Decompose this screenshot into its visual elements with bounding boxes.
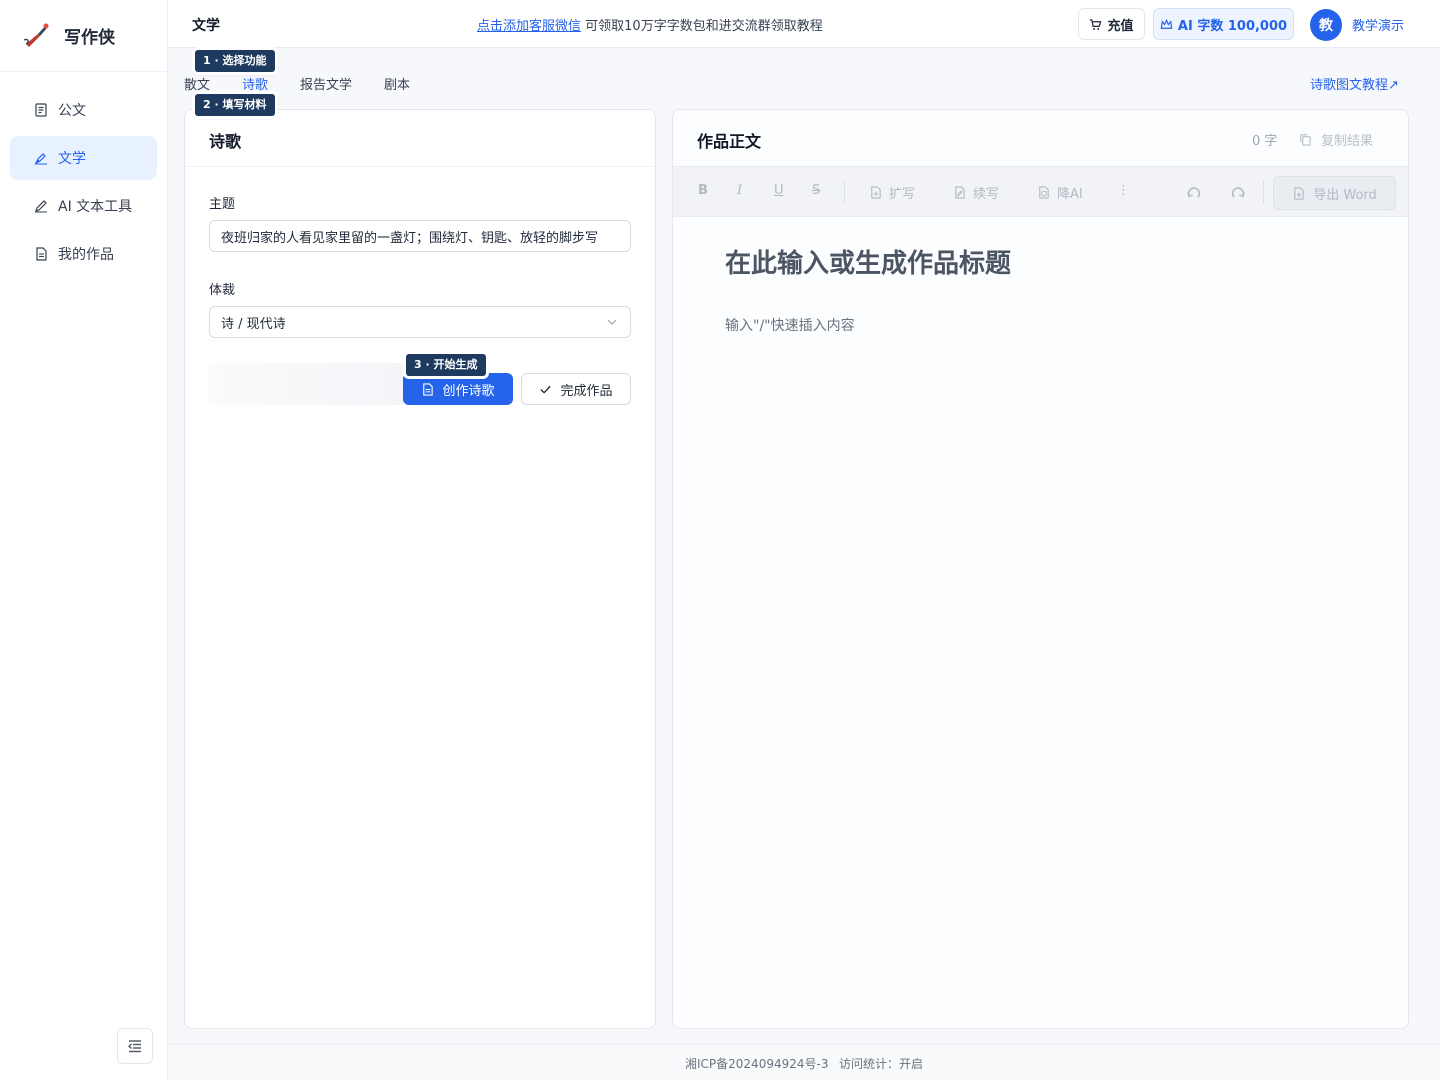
add-service-wechat-link[interactable]: 点击添加客服微信 (477, 19, 581, 34)
collapse-sidebar-button[interactable] (117, 1028, 153, 1064)
recharge-button[interactable]: 充值 (1078, 8, 1145, 40)
sidebar-item-label: 文学 (58, 151, 86, 167)
strikethrough-button[interactable]: S (812, 183, 820, 198)
sidebar-item-my-works[interactable]: 我的作品 (10, 232, 157, 276)
tab-prose[interactable]: 散文 (184, 74, 210, 93)
file-export-icon (1294, 186, 1304, 200)
icp-record-link[interactable]: 湘ICP备2024094924号-3 (685, 1055, 828, 1072)
undo-icon[interactable] (1185, 185, 1203, 201)
italic-button[interactable]: I (737, 183, 742, 198)
redo-icon[interactable] (1229, 185, 1247, 201)
notice-banner: 点击添加客服微信 可领取10万字字数包和进交流群领取教程 (477, 15, 823, 34)
editor-panel: 作品正文 0 字 复制结果 B I U S 扩写 续写 降AI ⋮ 导出 Wor… (672, 109, 1409, 1029)
document-body-input[interactable]: 输入"/"快速插入内容 (725, 315, 855, 335)
create-poem-button[interactable]: 创作诗歌 (403, 373, 513, 405)
recharge-label: 充值 (1107, 18, 1134, 34)
sidebar-nav: 公文 文学 AI 文本工具 我的作品 (0, 72, 167, 276)
editor-toolbar: B I U S 扩写 续写 降AI ⋮ 导出 Word (673, 166, 1408, 217)
create-poem-label: 创作诗歌 (442, 383, 495, 399)
editor-title: 作品正文 (697, 132, 762, 151)
chevron-down-icon (607, 319, 617, 325)
page-title: 文学 (192, 18, 220, 34)
topic-input[interactable]: 夜班归家的人看见家里留的一盏灯；围绕灯、钥匙、放轻的脚步写 (209, 220, 631, 252)
bold-button[interactable]: B (698, 183, 708, 198)
copy-icon (1300, 134, 1311, 146)
genre-label: 体裁 (209, 283, 236, 298)
sidebar-item-label: 我的作品 (58, 247, 114, 263)
finish-work-button[interactable]: 完成作品 (521, 373, 631, 405)
literature-tabs: 散文 诗歌 报告文学 剧本 (184, 74, 442, 93)
continue-writing-label: 续写 (973, 187, 1000, 202)
document-icon (423, 382, 434, 396)
genre-select[interactable]: 诗 / 现代诗 (209, 306, 631, 338)
menu-fold-icon (128, 1040, 141, 1053)
top-header: 文学 点击添加客服微信 可领取10万字字数包和进交流群领取教程 充值 AI 字数… (168, 0, 1440, 48)
file-icon (36, 247, 47, 261)
poetry-form-panel: 诗歌 主题 夜班归家的人看见家里留的一盏灯；围绕灯、钥匙、放轻的脚步写 体裁 诗… (184, 109, 656, 1029)
step-badge-select: 1 · 选择功能 (195, 50, 275, 72)
placeholder-bar (209, 363, 405, 405)
check-icon (540, 385, 552, 394)
step-badge-fill: 2 · 填写材料 (195, 94, 275, 116)
genre-value: 诗 / 现代诗 (221, 316, 286, 332)
file-plus-icon (871, 186, 881, 199)
sidebar-item-label: 公文 (58, 103, 86, 119)
visit-stats-text: 访问统计：开启 (839, 1057, 924, 1071)
export-word-button[interactable]: 导出 Word (1273, 176, 1396, 210)
ai-quota-button[interactable]: AI 字数 100,000 (1153, 8, 1294, 40)
topic-value: 夜班归家的人看见家里留的一盏灯；围绕灯、钥匙、放轻的脚步写 (221, 230, 599, 246)
underline-button[interactable]: U (774, 183, 784, 198)
copy-result-button[interactable]: 复制结果 (1299, 130, 1373, 149)
sidebar-item-label: AI 文本工具 (58, 199, 133, 215)
footer: 湘ICP备2024094924号-3 访问统计：开启 (168, 1044, 1440, 1080)
avatar[interactable]: 教 (1310, 9, 1342, 41)
sidebar-item-ai-tools[interactable]: AI 文本工具 (10, 184, 157, 228)
brand[interactable]: 写作侠 (0, 0, 167, 72)
brush-logo-icon (23, 23, 49, 47)
file-shield-icon (1039, 186, 1049, 199)
reduce-ai-label: 降AI (1057, 187, 1083, 202)
pencil-icon (35, 200, 47, 213)
document-title-input[interactable]: 在此输入或生成作品标题 (725, 243, 1011, 280)
sidebar-item-official-docs[interactable]: 公文 (10, 88, 157, 132)
username[interactable]: 教学演示 (1352, 15, 1404, 34)
brand-name: 写作侠 (64, 28, 115, 48)
sidebar-item-literature[interactable]: 文学 (10, 136, 157, 180)
tab-reportage[interactable]: 报告文学 (300, 74, 352, 93)
more-options-icon[interactable]: ⋮ (1117, 183, 1130, 198)
pen-nib-icon (34, 153, 47, 165)
crown-icon (1160, 18, 1173, 29)
finish-work-label: 完成作品 (560, 383, 613, 399)
panel-title: 诗歌 (185, 110, 655, 167)
ai-quota-label: AI 字数 100,000 (1177, 18, 1288, 34)
expand-button[interactable]: 扩写 (869, 183, 915, 202)
export-word-label: 导出 Word (1313, 187, 1377, 203)
copy-result-label: 复制结果 (1321, 134, 1374, 149)
tab-poetry[interactable]: 诗歌 (242, 74, 268, 93)
word-count: 0 字 (1252, 134, 1278, 149)
topic-label: 主题 (209, 197, 236, 212)
sidebar: 写作侠 公文 文学 AI 文本工具 我的作品 (0, 0, 168, 1080)
notice-text: 可领取10万字字数包和进交流群领取教程 (585, 19, 823, 34)
reduce-ai-button[interactable]: 降AI (1037, 183, 1083, 202)
step-badge-generate: 3 · 开始生成 (406, 354, 486, 376)
expand-label: 扩写 (889, 187, 916, 202)
poetry-tutorial-link[interactable]: 诗歌图文教程↗ (1310, 74, 1399, 93)
toolbar-divider (844, 180, 845, 204)
cart-icon (1090, 18, 1102, 30)
toolbar-divider (1263, 180, 1264, 204)
document-list-icon (35, 103, 47, 117)
file-edit-icon (955, 186, 965, 199)
continue-writing-button[interactable]: 续写 (953, 183, 999, 202)
tab-script[interactable]: 剧本 (384, 74, 410, 93)
